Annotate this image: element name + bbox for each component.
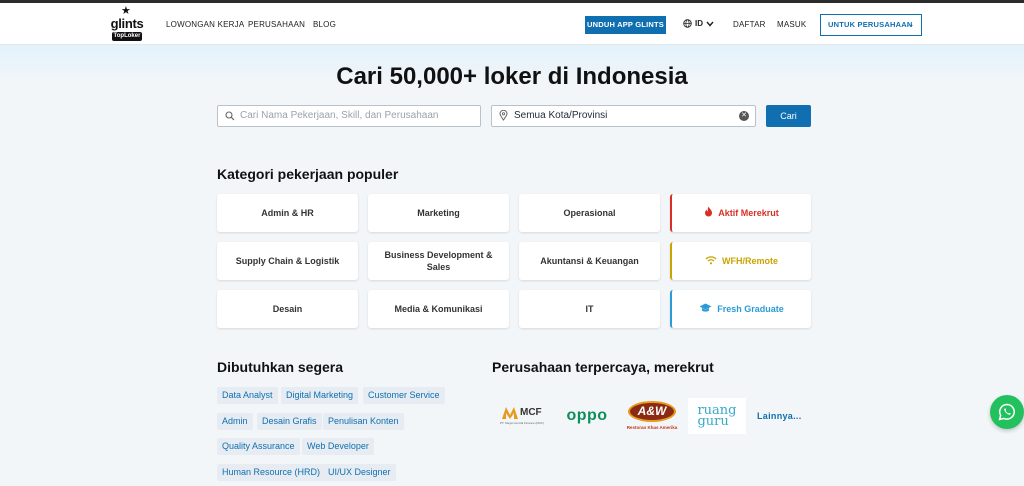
logo-badge: TopLoker (112, 32, 142, 41)
category-business-development[interactable]: Business Development & Sales (368, 242, 509, 280)
whatsapp-icon (998, 403, 1015, 421)
category-fresh-graduate[interactable]: Fresh Graduate (670, 290, 811, 328)
category-desain[interactable]: Desain (217, 290, 358, 328)
category-label: Business Development & Sales (384, 250, 493, 272)
job-search-placeholder: Cari Nama Pekerjaan, Skill, dan Perusaha… (240, 110, 439, 121)
category-label: IT (585, 304, 594, 314)
category-label: Fresh Graduate (717, 304, 784, 314)
category-media-komunikasi[interactable]: Media & Komunikasi (368, 290, 509, 328)
companies-title: Perusahaan terpercaya, merekrut (492, 359, 714, 375)
location-select[interactable]: Semua Kota/Provinsi ✕ (491, 105, 756, 127)
hero-title: Cari 50,000+ loker di Indonesia (336, 63, 688, 90)
for-companies-label: UNTUK PERUSAHAAN (828, 20, 913, 29)
search-button[interactable]: Cari (766, 105, 811, 127)
logo-word: glints (110, 16, 144, 31)
companies-more-link[interactable]: Lainnya... (757, 411, 802, 421)
company-logo-ruangguru[interactable]: ruang guru (688, 398, 746, 434)
clear-icon[interactable]: ✕ (739, 111, 749, 121)
tag-web-developer[interactable]: Web Developer (302, 438, 374, 455)
arrow-right-icon: → (904, 19, 915, 30)
job-search-input[interactable]: Cari Nama Pekerjaan, Skill, dan Perusaha… (217, 105, 481, 127)
tag-penulisan-konten[interactable]: Penulisan Konten (323, 413, 404, 430)
login-link[interactable]: MASUK (777, 20, 806, 29)
categories-title: Kategori pekerjaan populer (217, 166, 399, 182)
nav-perusahaan[interactable]: PERUSAHAAN (248, 20, 305, 29)
category-label: Admin & HR (261, 208, 314, 218)
location-value: Semua Kota/Provinsi (514, 110, 608, 121)
wifi-icon (705, 255, 717, 268)
category-it[interactable]: IT (519, 290, 660, 328)
category-akuntansi[interactable]: Akuntansi & Keuangan (519, 242, 660, 280)
category-label: Operasional (563, 208, 616, 218)
register-link[interactable]: DAFTAR (733, 20, 766, 29)
tag-digital-marketing[interactable]: Digital Marketing (281, 387, 359, 404)
aw-wordmark: A&W (637, 404, 667, 418)
category-supply-chain[interactable]: Supply Chain & Logistik (217, 242, 358, 280)
tag-ui-ux-designer[interactable]: UI/UX Designer (323, 464, 396, 481)
glints-logo[interactable]: ★ glints TopLoker (110, 6, 144, 42)
category-label: Supply Chain & Logistik (235, 256, 340, 266)
category-label: Marketing (417, 208, 460, 218)
nav-blog[interactable]: BLOG (313, 20, 336, 29)
category-operasional[interactable]: Operasional (519, 194, 660, 232)
search-icon (225, 106, 235, 129)
tag-admin[interactable]: Admin (217, 413, 253, 430)
company-logo-mcf[interactable]: MCF PT. Mega Central Finance (MCF) (500, 398, 550, 434)
tag-quality-assurance[interactable]: Quality Assurance (217, 438, 300, 455)
tag-human-resource[interactable]: Human Resource (HRD) (217, 464, 326, 481)
location-pin-icon (499, 106, 508, 129)
oppo-wordmark: oppo (566, 407, 608, 424)
navbar: ★ glints TopLoker LOWONGAN KERJA PERUSAH… (0, 3, 1024, 45)
urgent-title: Dibutuhkan segera (217, 359, 344, 375)
graduation-cap-icon (699, 303, 712, 316)
company-logo-aw[interactable]: A&W Restoran Khas Amerika (622, 398, 682, 434)
mcf-wordmark: MCF (520, 407, 542, 418)
aw-subtitle: Restoran Khas Amerika (626, 425, 678, 430)
language-selector[interactable]: ID (683, 19, 714, 28)
mcf-mark-icon (502, 407, 518, 419)
category-label: Desain (272, 304, 303, 314)
company-logo-oppo[interactable]: oppo (558, 398, 616, 434)
nav-lowongan-kerja[interactable]: LOWONGAN KERJA (166, 20, 244, 29)
globe-icon (683, 19, 692, 28)
category-label: WFH/Remote (722, 256, 778, 266)
category-admin-hr[interactable]: Admin & HR (217, 194, 358, 232)
language-label: ID (695, 19, 703, 28)
download-app-button[interactable]: UNDUH APP GLINTS (585, 16, 666, 34)
mcf-subtitle: PT. Mega Central Finance (MCF) (500, 421, 545, 425)
tag-data-analyst[interactable]: Data Analyst (217, 387, 278, 404)
chevron-down-icon (706, 21, 714, 27)
tag-desain-grafis[interactable]: Desain Grafis (257, 413, 322, 430)
tag-customer-service[interactable]: Customer Service (363, 387, 445, 404)
category-marketing[interactable]: Marketing (368, 194, 509, 232)
whatsapp-button[interactable] (990, 395, 1024, 429)
for-companies-button[interactable]: UNTUK PERUSAHAAN → (820, 14, 922, 36)
fire-icon (704, 206, 713, 220)
category-label: Media & Komunikasi (394, 304, 483, 314)
category-label: Akuntansi & Keuangan (540, 256, 639, 266)
category-aktif-merekrut[interactable]: Aktif Merekrut (670, 194, 811, 232)
category-label: Aktif Merekrut (718, 208, 779, 218)
category-wfh-remote[interactable]: WFH/Remote (670, 242, 811, 280)
